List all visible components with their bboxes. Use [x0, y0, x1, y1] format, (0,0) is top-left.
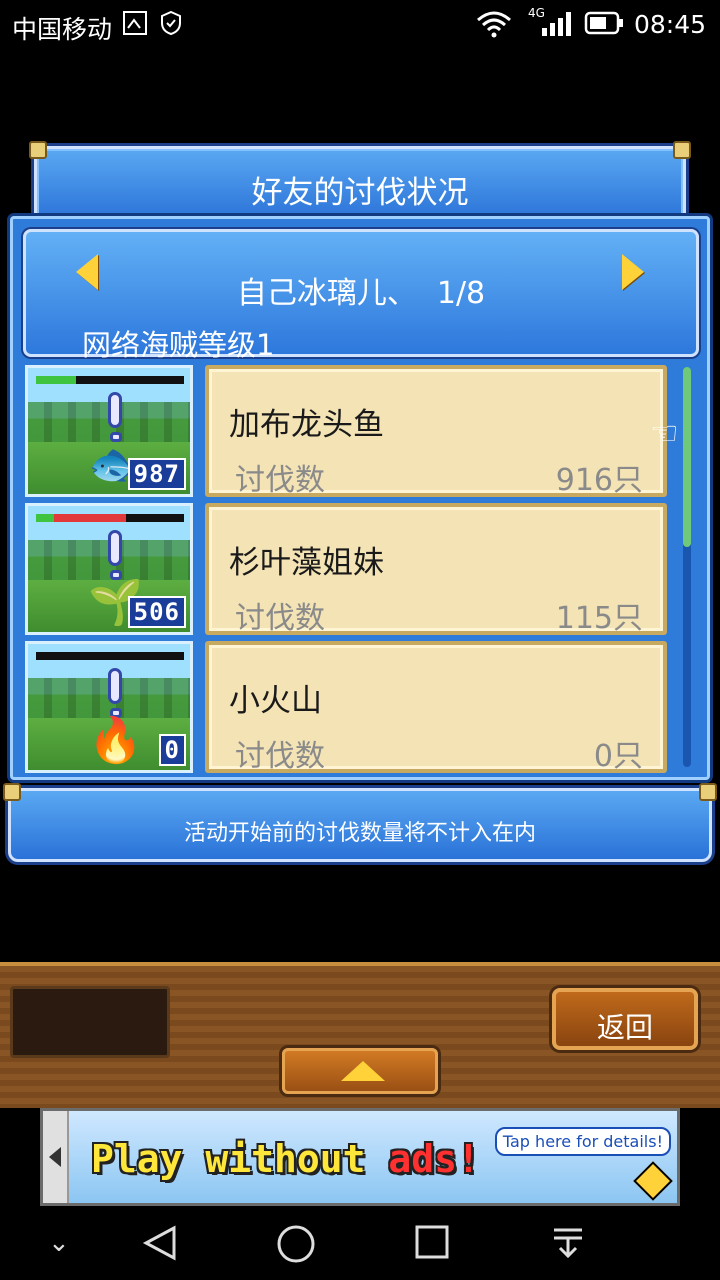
ad-mascot-icon	[633, 1161, 673, 1201]
ad-tap-here[interactable]: Tap here for details!	[494, 1127, 671, 1156]
up-arrow-icon	[341, 1061, 385, 1081]
recent-apps-icon[interactable]	[414, 1224, 450, 1269]
player-line: 自己冰璃儿、 1/8	[26, 268, 696, 312]
monster-hp-bar	[36, 376, 184, 384]
home-icon[interactable]	[276, 1224, 316, 1273]
expand-menu-button[interactable]	[282, 1048, 438, 1094]
ad-headline: Play without ads!	[91, 1137, 480, 1181]
info-notice: 活动开始前的讨伐数量将不计入在内	[3, 783, 717, 862]
left-arrow-icon	[49, 1147, 61, 1167]
battery-icon	[584, 10, 624, 40]
monster-card[interactable]: 小火山 讨伐数 0只	[205, 641, 667, 774]
monster-row[interactable]: 🔥 0 小火山 讨伐数 0只	[25, 641, 685, 774]
frame-corner	[699, 783, 717, 801]
kill-count-value: 0只	[593, 739, 643, 774]
signal-icon	[540, 10, 572, 42]
fire-monster-icon: 🔥	[88, 715, 143, 766]
monster-name: 杉叶藻姐妹	[229, 545, 384, 581]
dialog-title-panel: 好友的讨伐状况	[29, 141, 691, 224]
wifi-icon	[476, 10, 512, 42]
monster-card[interactable]: 加布龙头鱼 讨伐数 916只	[205, 365, 667, 498]
notification-pull-icon[interactable]	[552, 1224, 584, 1271]
shield-icon	[160, 10, 182, 40]
kill-count-value: 115只	[555, 601, 643, 636]
scrollbar-thumb[interactable]	[683, 367, 691, 547]
kill-count-label: 讨伐数	[235, 739, 325, 774]
monster-hp-bar	[36, 514, 184, 522]
ad-banner[interactable]: Play without ads! Tap here for details!	[40, 1108, 680, 1206]
ad-headline-part1: Play without	[91, 1137, 389, 1181]
frame-corner	[3, 783, 21, 801]
frame-corner	[29, 141, 47, 159]
status-bar: 中国移动 4G 08:45	[0, 0, 720, 52]
kill-count-value: 916只	[555, 463, 643, 498]
monster-row[interactable]: 🐟 987 加布龙头鱼 讨伐数 916只	[25, 365, 685, 498]
kill-count-label: 讨伐数	[235, 601, 325, 636]
clock: 08:45	[633, 10, 706, 39]
monster-hp-number: 506	[127, 596, 186, 628]
back-nav-icon[interactable]	[142, 1224, 178, 1271]
monster-name: 小火山	[229, 683, 322, 719]
carrier-name: 中国移动	[12, 15, 113, 44]
chevron-down-icon[interactable]: ⌄	[48, 1228, 70, 1258]
list-scrollbar[interactable]	[683, 367, 691, 767]
empty-slot	[10, 986, 170, 1058]
monster-row[interactable]: 🌱 506 杉叶藻姐妹 讨伐数 115只	[25, 503, 685, 636]
sim-icon	[122, 10, 148, 40]
monster-hp-number: 987	[127, 458, 186, 490]
system-nav-bar: ⌄	[0, 1206, 720, 1280]
monster-name: 加布龙头鱼	[229, 407, 384, 443]
back-button-label: 返回	[596, 1011, 653, 1044]
back-button[interactable]: 返回	[552, 988, 698, 1050]
next-player-arrow-icon[interactable]	[622, 254, 644, 290]
alert-icon	[108, 668, 122, 704]
pirate-level: 网络海贼等级1	[82, 328, 275, 362]
monster-list[interactable]: 🐟 987 加布龙头鱼 讨伐数 916只 🌱 506 杉叶藻姐妹 讨伐数 115…	[25, 365, 675, 775]
monster-thumbnail: 🔥 0	[25, 641, 193, 773]
friends-subjugation-panel: 自己冰璃儿、 1/8 网络海贼等级1 🐟 987 加布龙头鱼 讨伐数 916只	[10, 216, 710, 780]
player-page-indicator: 1/8	[436, 276, 486, 311]
alert-icon	[108, 392, 122, 428]
dialog-title: 好友的讨伐状况	[251, 175, 469, 211]
alert-icon	[108, 530, 122, 566]
hand-pointer-icon: ☜	[650, 414, 679, 452]
monster-thumbnail: 🐟 987	[25, 365, 193, 497]
player-header: 自己冰璃儿、 1/8 网络海贼等级1	[23, 229, 699, 362]
info-notice-text: 活动开始前的讨伐数量将不计入在内	[183, 821, 536, 846]
monster-hp-bar	[36, 652, 184, 660]
frame-corner	[673, 141, 691, 159]
player-name: 自己冰璃儿、	[236, 276, 417, 311]
wooden-toolbar: 返回	[0, 962, 720, 1108]
ad-collapse-tab[interactable]	[43, 1111, 69, 1203]
monster-thumbnail: 🌱 506	[25, 503, 193, 635]
kill-count-label: 讨伐数	[235, 463, 325, 498]
monster-card[interactable]: 杉叶藻姐妹 讨伐数 115只	[205, 503, 667, 636]
ad-headline-part2: ads!	[388, 1137, 480, 1181]
monster-hp-number: 0	[158, 734, 186, 766]
